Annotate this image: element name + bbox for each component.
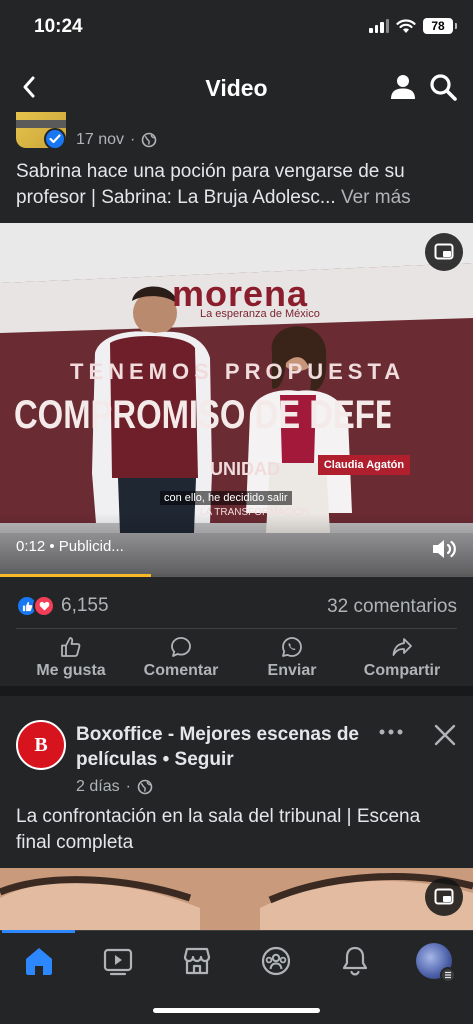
pip-button-2[interactable] (425, 878, 463, 916)
tab-notifications[interactable] (337, 943, 373, 979)
comments-count[interactable]: 32 comentarios (327, 596, 457, 618)
share-icon (392, 638, 412, 656)
comment-icon (171, 637, 191, 657)
comment-label: Comentar (143, 662, 219, 679)
picture-in-picture-icon (434, 243, 454, 260)
video-progress-fill (0, 574, 152, 577)
globe-icon (137, 779, 153, 795)
tab-marketplace[interactable] (179, 943, 215, 979)
see-more-link[interactable]: Ver más (341, 187, 411, 208)
post1-header: 17 nov · (0, 112, 473, 152)
profile-avatar (416, 943, 456, 983)
post2-caption: La confrontación en la sala del tribunal… (16, 806, 421, 853)
name-tag: Claudia Agatón (318, 455, 410, 475)
post-date: 17 nov (76, 131, 125, 148)
volume-icon (433, 540, 456, 558)
reactions-summary[interactable]: 6,155 (16, 595, 109, 617)
video-icon (103, 948, 133, 976)
globe-icon (142, 132, 157, 148)
tab-video[interactable] (100, 943, 136, 979)
video-frame-2 (0, 868, 473, 930)
nav-header: Video (0, 60, 473, 116)
banner-bottom: UNIDAD (210, 459, 280, 479)
banner-subtitle: La esperanza de México (200, 308, 320, 320)
video-progress-bar[interactable] (0, 574, 473, 577)
home-icon (26, 948, 52, 975)
pip-button[interactable] (425, 233, 463, 271)
love-reaction-icon (33, 595, 55, 617)
wifi-icon (396, 18, 416, 33)
like-button[interactable]: Me gusta (32, 636, 110, 680)
meta-separator: · (125, 778, 131, 795)
tab-home[interactable] (21, 943, 57, 979)
post2-avatar-letter: B (34, 733, 48, 756)
volume-button[interactable] (430, 536, 460, 562)
send-label: Enviar (267, 662, 317, 679)
divider (16, 628, 457, 629)
banner-line-3: COMPROMISO DE DEFENDER LA 4T (14, 393, 391, 437)
post2-author[interactable]: Boxoffice - Mejores escenas de películas… (76, 722, 376, 772)
menu-icon (440, 967, 456, 983)
status-bar: 10:24 78 (0, 0, 473, 56)
whatsapp-icon (282, 637, 302, 657)
active-tab-indicator (2, 930, 75, 933)
groups-icon (261, 946, 291, 976)
video-player-2[interactable] (0, 868, 473, 930)
banner-line-2: TENEMOS PROPUESTA (70, 359, 406, 384)
chevron-left-icon (23, 76, 35, 98)
hide-post-button[interactable] (432, 722, 458, 748)
feed-separator (0, 686, 473, 696)
status-icons: 78 (369, 18, 457, 34)
post2-meta: 2 días · (76, 778, 153, 796)
post1-caption: Sabrina hace una poción para vengarse de… (16, 159, 461, 211)
profile-button[interactable] (388, 72, 418, 102)
more-horizontal-icon (379, 729, 403, 735)
send-button[interactable]: Enviar (260, 636, 324, 680)
picture-in-picture-icon (434, 888, 454, 905)
verified-badge-icon (44, 128, 66, 150)
post1-meta: 17 nov · (76, 131, 157, 149)
video-time-label: 0:12 • Publicid... (16, 538, 124, 555)
video-player[interactable]: morena La esperanza de México TENEMOS PR… (0, 223, 473, 577)
tab-groups[interactable] (258, 943, 294, 979)
thumbs-up-icon (61, 637, 81, 657)
post2-avatar[interactable]: B (16, 720, 66, 770)
search-button[interactable] (428, 72, 458, 102)
search-icon (430, 74, 457, 101)
tab-profile-menu[interactable] (416, 943, 456, 983)
person-icon (391, 75, 415, 99)
post-actions: Me gusta Comentar Enviar Compartir (0, 636, 473, 684)
more-options-button[interactable] (378, 722, 404, 742)
reaction-count: 6,155 (61, 595, 109, 616)
marketplace-icon (183, 947, 211, 975)
notifications-icon (342, 946, 368, 976)
share-button[interactable]: Compartir (358, 636, 446, 680)
status-time: 10:24 (34, 16, 83, 37)
share-label: Compartir (363, 662, 441, 679)
close-icon (434, 724, 456, 746)
post2-date: 2 días (76, 778, 120, 795)
back-button[interactable] (14, 72, 44, 102)
home-indicator (153, 1008, 320, 1013)
video-subtitle: con ello, he decidido salir (160, 491, 292, 505)
like-label: Me gusta (36, 662, 106, 679)
comment-button[interactable]: Comentar (138, 636, 224, 680)
battery-icon: 78 (423, 18, 457, 34)
signal-icon (369, 19, 389, 33)
meta-separator: · (130, 131, 136, 148)
